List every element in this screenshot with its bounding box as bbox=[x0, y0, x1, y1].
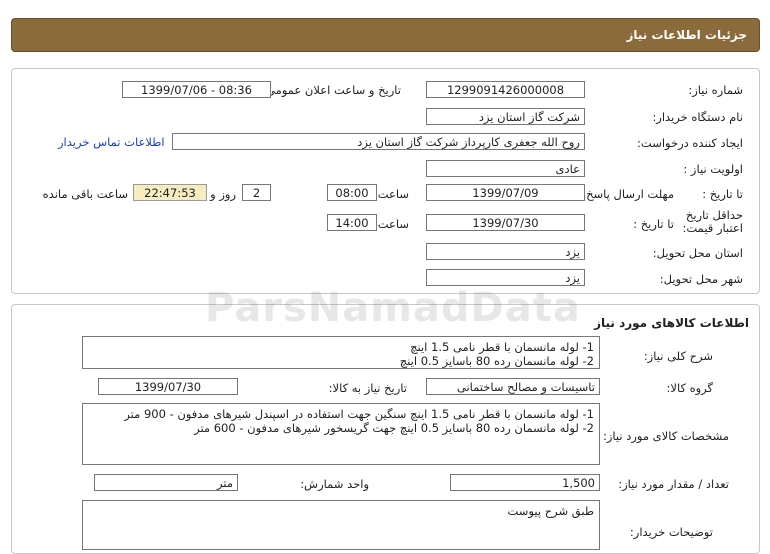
need-date-label: تاریخ نیاز به کالا: bbox=[328, 381, 407, 395]
deadline-time-label: ساعت bbox=[377, 187, 409, 201]
province-field: یزد bbox=[426, 243, 585, 260]
buyer-label: نام دستگاه خریدار: bbox=[652, 110, 743, 124]
goods-section-title: اطلاعات کالاهای مورد نیاز bbox=[594, 316, 749, 330]
deadline-date-field: 1399/07/09 bbox=[426, 184, 585, 201]
validity-to-date-label: تا تاریخ : bbox=[633, 217, 674, 231]
need-info-panel: شماره نیاز: 1299091426000008 تاریخ و ساع… bbox=[11, 68, 760, 294]
priority-field: عادی bbox=[426, 160, 585, 177]
group-label: گروه کالا: bbox=[666, 381, 713, 395]
priority-label: اولویت نیاز : bbox=[683, 162, 743, 176]
announce-label: تاریخ و ساعت اعلان عمومی: bbox=[262, 83, 401, 97]
summary-line-2: 2- لوله مانسمان رده 80 باسایز 0.5 اینچ bbox=[399, 354, 594, 368]
buyer-notes-field: طبق شرح پیوست bbox=[82, 500, 600, 550]
spec-line-1: 1- لوله مانسمان با قطر نامی 1.5 اینچ سنگ… bbox=[124, 407, 594, 421]
page-header: جزئیات اطلاعات نیاز bbox=[11, 18, 760, 52]
validity-time-field: 14:00 bbox=[327, 214, 377, 231]
deadline-label: مهلت ارسال پاسخ: bbox=[582, 187, 674, 201]
remaining-time-field: 22:47:53 bbox=[133, 184, 207, 201]
need-date-field: 1399/07/30 bbox=[98, 378, 238, 395]
unit-label: واحد شمارش: bbox=[300, 477, 369, 491]
city-label: شهر محل تحویل: bbox=[659, 272, 743, 286]
spec-label: مشخصات کالای مورد نیاز: bbox=[602, 429, 729, 443]
deadline-to-date-label: تا تاریخ : bbox=[702, 187, 743, 201]
qty-label: تعداد / مقدار مورد نیاز: bbox=[618, 477, 729, 491]
qty-field: 1,500 bbox=[450, 474, 600, 491]
summary-label: شرح کلی نیاز: bbox=[643, 349, 713, 363]
page-title: جزئیات اطلاعات نیاز bbox=[626, 28, 747, 42]
requester-label: ایجاد کننده درخواست: bbox=[637, 136, 743, 150]
remaining-label: ساعت باقی مانده bbox=[42, 187, 128, 201]
deadline-time-field: 08:00 bbox=[327, 184, 377, 201]
requester-field: روح الله جعفری کارپرداز شرکت گاز استان ی… bbox=[172, 133, 585, 150]
buyer-field: شرکت گاز استان یزد bbox=[426, 108, 585, 125]
unit-field: متر bbox=[94, 474, 238, 491]
watermark-logo: ParsNamadData bbox=[205, 285, 581, 331]
goods-panel: اطلاعات کالاهای مورد نیاز شرح کلی نیاز: … bbox=[11, 304, 760, 554]
city-field: یزد bbox=[426, 269, 585, 286]
group-field: تاسیسات و مصالح ساختمانی bbox=[426, 378, 600, 395]
days-field: 2 bbox=[242, 184, 271, 201]
need-number-field: 1299091426000008 bbox=[426, 81, 585, 98]
validity-label: حداقل تاریخ اعتبار قیمت: bbox=[682, 208, 744, 235]
spec-field: 1- لوله مانسمان با قطر نامی 1.5 اینچ سنگ… bbox=[82, 403, 600, 465]
contact-buyer-link[interactable]: اطلاعات تماس خریدار bbox=[58, 135, 165, 149]
summary-field: 1- لوله مانسمان با قطر نامی 1.5 اینچ 2- … bbox=[82, 336, 600, 369]
days-label: روز و bbox=[210, 187, 236, 201]
spec-line-2: 2- لوله مانسمان رده 80 باسایز 0.5 اینچ ج… bbox=[194, 421, 594, 435]
province-label: استان محل تحویل: bbox=[652, 246, 743, 260]
announce-field: 1399/07/06 - 08:36 bbox=[122, 81, 271, 98]
buyer-notes-label: توضیحات خریدار: bbox=[629, 525, 713, 539]
validity-date-field: 1399/07/30 bbox=[426, 214, 585, 231]
need-number-label: شماره نیاز: bbox=[688, 83, 743, 97]
validity-time-label: ساعت bbox=[377, 217, 409, 231]
summary-line-1: 1- لوله مانسمان با قطر نامی 1.5 اینچ bbox=[410, 340, 594, 354]
